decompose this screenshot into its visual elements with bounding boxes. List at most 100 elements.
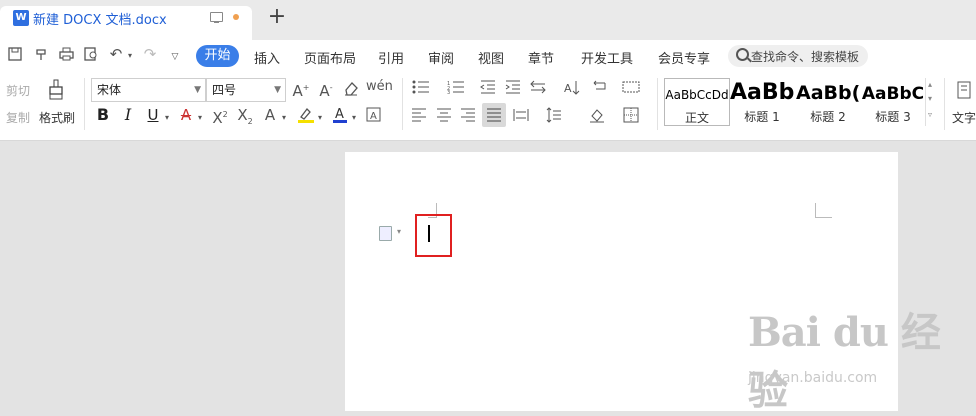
text-tool-label[interactable]: 文字 <box>952 109 976 126</box>
more-dropdown-icon[interactable]: ▽ <box>170 49 180 65</box>
align-left-icon[interactable] <box>411 108 427 126</box>
italic-icon[interactable]: I <box>121 107 135 123</box>
text-effect-icon[interactable]: A <box>262 107 278 123</box>
font-family-value: 宋体 <box>97 83 122 97</box>
text-effect-dropdown-icon[interactable]: ▾ <box>280 110 288 126</box>
style-heading-1[interactable]: AaBb 标题 1 <box>730 78 794 126</box>
grow-font-icon[interactable]: A+ <box>292 80 310 99</box>
watermark-url: jingyan.baidu.com <box>748 370 878 386</box>
numbered-list-icon[interactable]: 123 <box>446 80 466 98</box>
bullet-list-icon[interactable] <box>411 80 431 98</box>
tab-page-layout[interactable]: 页面布局 <box>304 48 356 67</box>
tab-view[interactable]: 视图 <box>478 48 504 67</box>
margin-corner-right <box>815 203 832 218</box>
subscript-icon[interactable]: X2 <box>236 107 254 130</box>
tab-member[interactable]: 会员专享 <box>658 48 710 67</box>
font-family-select[interactable]: 宋体 ▼ <box>91 78 206 102</box>
bold-icon[interactable]: B <box>96 107 110 123</box>
line-spacing-icon[interactable] <box>545 107 563 127</box>
font-color-icon[interactable]: A <box>331 106 349 127</box>
underline-icon[interactable]: U <box>145 107 161 123</box>
clear-format-icon[interactable] <box>342 80 360 100</box>
style-sample: AaBbCcDd <box>665 88 729 102</box>
new-tab-button[interactable]: + <box>265 6 289 30</box>
style-sample: AaBbC <box>861 84 925 104</box>
highlight-dropdown-icon[interactable]: ▾ <box>316 110 324 126</box>
strikethrough-icon[interactable]: A <box>178 107 194 123</box>
svg-text:A: A <box>370 111 377 122</box>
monitor-icon[interactable] <box>210 12 223 23</box>
copy-button[interactable]: 复制 <box>6 109 30 126</box>
chevron-down-icon: ▼ <box>274 85 281 95</box>
document-tab-title[interactable]: 新建 DOCX 文档.docx <box>33 9 167 28</box>
phonetic-guide-icon[interactable]: wén <box>366 79 393 95</box>
style-sample: AaBb( <box>796 82 860 104</box>
tab-insert[interactable]: 插入 <box>254 48 280 67</box>
shading-icon[interactable] <box>588 107 606 127</box>
style-name: 标题 3 <box>875 110 911 124</box>
group-divider <box>944 78 945 130</box>
unsaved-indicator <box>233 14 239 20</box>
superscript-icon[interactable]: X2 <box>211 107 229 126</box>
justify-icon <box>487 108 501 122</box>
expand-icon[interactable]: ▿ <box>928 110 932 119</box>
search-icon <box>736 48 749 61</box>
strikethrough-dropdown-icon[interactable]: ▾ <box>196 110 204 126</box>
baidu-jingyan-watermark: Bai du 经验 <box>748 309 941 414</box>
character-border-icon[interactable]: A <box>365 107 381 126</box>
increase-indent-icon[interactable] <box>504 80 522 98</box>
highlight-color-icon[interactable] <box>297 106 315 128</box>
font-size-select[interactable]: 四号 ▼ <box>206 78 286 102</box>
format-painter-icon[interactable] <box>46 79 66 105</box>
tab-developer[interactable]: 开发工具 <box>581 48 633 67</box>
chinese-layout-icon[interactable] <box>529 80 547 98</box>
style-heading-3[interactable]: AaBbC 标题 3 <box>861 78 925 126</box>
decrease-indent-icon[interactable] <box>479 80 497 98</box>
style-name: 标题 2 <box>810 110 846 124</box>
chevron-up-icon[interactable]: ▴ <box>928 80 932 89</box>
font-color-dropdown-icon[interactable]: ▾ <box>350 110 358 126</box>
format-brush-icon[interactable] <box>34 47 50 65</box>
distributed-align-icon[interactable] <box>512 108 530 126</box>
group-divider <box>84 78 85 130</box>
paragraph-handle-icon[interactable] <box>379 226 392 241</box>
style-normal[interactable]: AaBbCcDd 正文 <box>664 78 730 126</box>
cursor-highlight-annotation <box>415 214 452 257</box>
tab-chapter[interactable]: 章节 <box>528 48 554 67</box>
shrink-font-icon[interactable]: A- <box>317 80 335 99</box>
group-divider <box>657 78 658 130</box>
undo-dropdown-icon[interactable]: ▾ <box>126 48 134 64</box>
svg-text:3: 3 <box>447 90 450 94</box>
text-cursor <box>428 225 430 242</box>
borders-icon[interactable] <box>622 107 640 127</box>
save-icon[interactable] <box>7 47 23 65</box>
underline-dropdown-icon[interactable]: ▾ <box>163 110 171 126</box>
tab-review[interactable]: 审阅 <box>428 48 454 67</box>
chevron-down-icon[interactable]: ▾ <box>928 94 932 103</box>
print-icon[interactable] <box>58 47 74 65</box>
justify-button[interactable] <box>482 103 506 127</box>
style-heading-2[interactable]: AaBb( 标题 2 <box>796 78 860 126</box>
paragraph-handle-dropdown-icon[interactable]: ▾ <box>397 227 401 236</box>
styles-scroll[interactable]: ▴ ▾ ▿ <box>925 78 937 126</box>
cut-button[interactable]: 剪切 <box>6 82 30 99</box>
sort-icon[interactable]: A <box>563 80 581 100</box>
style-name: 标题 1 <box>744 110 780 124</box>
format-painter-label[interactable]: 格式刷 <box>39 109 75 126</box>
search-placeholder: 查找命令、搜索模板 <box>751 50 860 64</box>
svg-text:A: A <box>335 107 344 122</box>
redo-icon: ↷ <box>143 45 157 63</box>
align-right-icon[interactable] <box>460 108 476 126</box>
svg-text:A: A <box>564 82 572 95</box>
wps-doc-icon: W <box>13 10 29 26</box>
font-size-value: 四号 <box>212 83 237 97</box>
tab-references[interactable]: 引用 <box>378 48 404 67</box>
undo-icon[interactable]: ↶ <box>108 46 124 62</box>
chevron-down-icon: ▼ <box>194 85 201 95</box>
table-border-icon[interactable] <box>621 80 641 98</box>
show-marks-icon[interactable] <box>590 80 608 98</box>
text-tool-icon[interactable] <box>956 80 972 104</box>
print-preview-icon[interactable] <box>83 47 99 65</box>
align-center-icon[interactable] <box>436 108 452 126</box>
tab-home[interactable]: 开始 <box>196 45 239 67</box>
